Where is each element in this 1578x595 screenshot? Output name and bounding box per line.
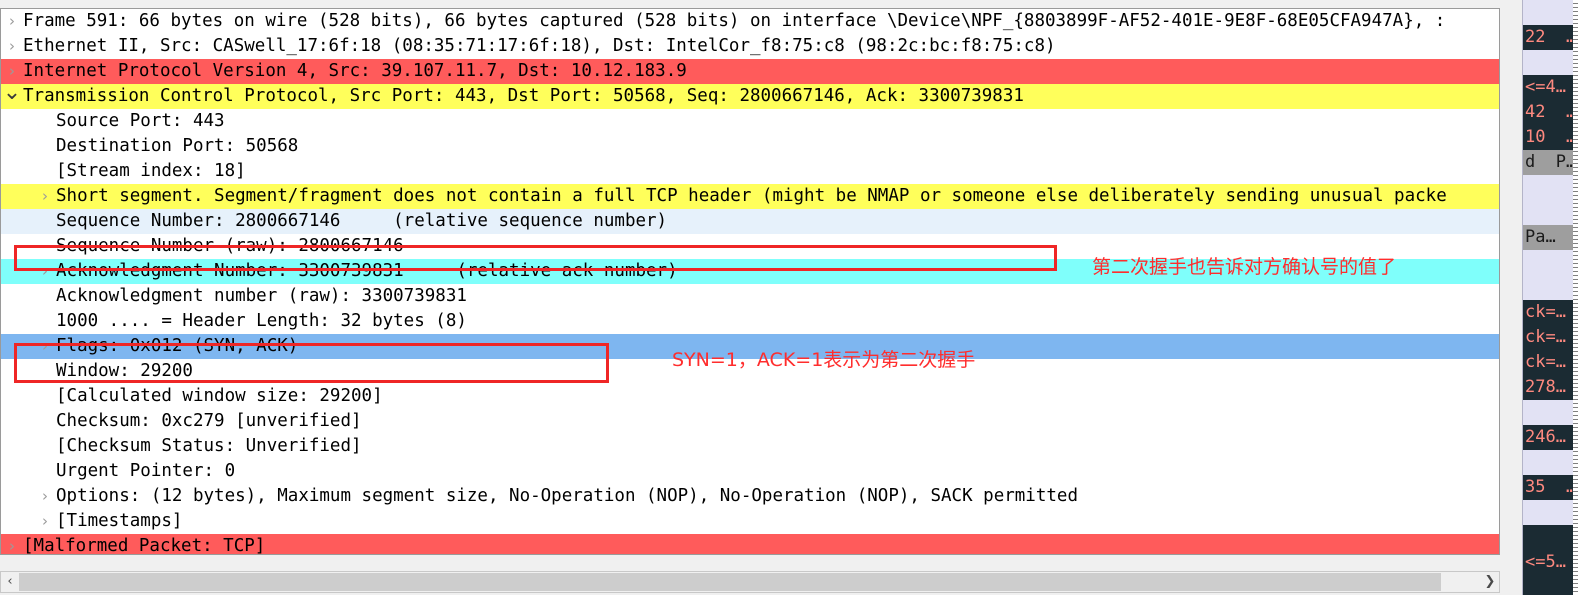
adjacent-window-row[interactable]: 278… bbox=[1523, 375, 1578, 400]
packet-detail-row-label: Short segment. Segment/fragment does not… bbox=[56, 186, 1447, 206]
packet-detail-row-label: Internet Protocol Version 4, Src: 39.107… bbox=[23, 61, 687, 81]
adjacent-window-row[interactable] bbox=[1523, 200, 1578, 225]
packet-detail-row[interactable]: › Short segment. Segment/fragment does no… bbox=[1, 184, 1499, 209]
edge-ruler-strip bbox=[1573, 0, 1578, 595]
packet-detail-row-label: Transmission Control Protocol, Src Port:… bbox=[23, 86, 1024, 106]
scroll-left-arrow-icon[interactable]: ‹ bbox=[1, 572, 19, 592]
packet-detail-row[interactable]: Checksum: 0xc279 [unverified] bbox=[1, 409, 1499, 434]
packet-detail-row[interactable]: › [Timestamps] bbox=[1, 509, 1499, 534]
adjacent-window-row[interactable]: 10 … bbox=[1523, 125, 1578, 150]
packet-detail-row[interactable]: › Options: (12 bytes), Maximum segment si… bbox=[1, 484, 1499, 509]
packet-detail-row-label: [Calculated window size: 29200] bbox=[56, 386, 383, 406]
chevron-right-icon[interactable]: › bbox=[34, 484, 56, 509]
adjacent-window-row[interactable]: 35 … bbox=[1523, 475, 1578, 500]
packet-detail-row-label: Destination Port: 50568 bbox=[56, 136, 299, 156]
packet-detail-row[interactable]: [Calculated window size: 29200] bbox=[1, 384, 1499, 409]
adjacent-window-row[interactable] bbox=[1523, 275, 1578, 300]
packet-detail-row[interactable]: › [Malformed Packet: TCP] bbox=[1, 534, 1499, 555]
scroll-right-arrow-icon[interactable]: ❯ bbox=[1481, 572, 1499, 592]
adjacent-window-row[interactable]: ck=… bbox=[1523, 300, 1578, 325]
adjacent-window-row[interactable]: 22 … bbox=[1523, 25, 1578, 50]
packet-detail-row[interactable]: Sequence Number (raw): 2800667146 bbox=[1, 234, 1499, 259]
adjacent-window-row[interactable] bbox=[1523, 175, 1578, 200]
packet-details-pane[interactable]: › Frame 591: 66 bytes on wire (528 bits),… bbox=[0, 8, 1500, 555]
packet-detail-row-label: Frame 591: 66 bytes on wire (528 bits), … bbox=[23, 11, 1446, 31]
packet-detail-row[interactable]: 1000 .... = Header Length: 32 bytes (8) bbox=[1, 309, 1499, 334]
adjacent-window-row[interactable] bbox=[1523, 525, 1578, 550]
packet-detail-row-label: [Timestamps] bbox=[56, 511, 183, 531]
packet-detail-row[interactable]: Window: 29200 bbox=[1, 359, 1499, 384]
adjacent-window-row[interactable]: <=5… bbox=[1523, 550, 1578, 575]
packet-detail-row[interactable]: Sequence Number: 2800667146 (relative se… bbox=[1, 209, 1499, 234]
packet-detail-row-label: Source Port: 443 bbox=[56, 111, 225, 131]
packet-detail-tree[interactable]: › Frame 591: 66 bytes on wire (528 bits),… bbox=[1, 9, 1499, 555]
packet-detail-row-label: Urgent Pointer: 0 bbox=[56, 461, 236, 481]
packet-detail-row[interactable]: › Internet Protocol Version 4, Src: 39.10… bbox=[1, 59, 1499, 84]
adjacent-window-row[interactable]: 42 … bbox=[1523, 100, 1578, 125]
packet-detail-row-label: Window: 29200 bbox=[56, 361, 193, 381]
packet-detail-row-label: [Checksum Status: Unverified] bbox=[56, 436, 362, 456]
adjacent-window-row[interactable] bbox=[1523, 500, 1578, 525]
packet-detail-row-label: 1000 .... = Header Length: 32 bytes (8) bbox=[56, 311, 467, 331]
adjacent-window-row[interactable]: Pa… bbox=[1523, 225, 1578, 250]
packet-detail-row-label: [Stream index: 18] bbox=[56, 161, 246, 181]
horizontal-scrollbar[interactable]: ‹ ❯ bbox=[0, 571, 1500, 593]
adjacent-window-strip[interactable]: 22 … <=4… 42 … 10 … d P… Pa… ck=… ck=… ck=… 278… 2… bbox=[1522, 0, 1578, 595]
packet-detail-row[interactable]: › Acknowledgment Number: 3300739831 (rela… bbox=[1, 259, 1499, 284]
packet-detail-row[interactable]: › Flags: 0x012 (SYN, ACK) bbox=[1, 334, 1499, 359]
packet-detail-row[interactable]: ⌄ Transmission Control Protocol, Src Port… bbox=[1, 82, 1499, 109]
packet-detail-row-label: Acknowledgment Number: 3300739831 (relat… bbox=[56, 261, 678, 281]
horizontal-scrollbar-thumb[interactable] bbox=[19, 573, 1441, 591]
pane-divider bbox=[1501, 0, 1522, 595]
adjacent-window-row[interactable] bbox=[1523, 250, 1578, 275]
chevron-right-icon[interactable]: › bbox=[1, 34, 23, 59]
chevron-right-icon[interactable]: › bbox=[34, 259, 56, 284]
packet-detail-row[interactable]: Destination Port: 50568 bbox=[1, 134, 1499, 159]
packet-detail-row[interactable]: [Checksum Status: Unverified] bbox=[1, 434, 1499, 459]
packet-detail-row-label: Sequence Number: 2800667146 (relative se… bbox=[56, 211, 668, 231]
packet-detail-row[interactable]: › Frame 591: 66 bytes on wire (528 bits),… bbox=[1, 9, 1499, 34]
wireshark-packet-detail-window: › Frame 591: 66 bytes on wire (528 bits),… bbox=[0, 0, 1578, 595]
adjacent-window-row[interactable]: d P… bbox=[1523, 150, 1578, 175]
chevron-down-icon[interactable]: ⌄ bbox=[1, 82, 23, 104]
packet-detail-row[interactable]: [Stream index: 18] bbox=[1, 159, 1499, 184]
packet-detail-row[interactable]: Acknowledgment number (raw): 3300739831 bbox=[1, 284, 1499, 309]
chevron-right-icon[interactable]: › bbox=[34, 509, 56, 534]
chevron-right-icon[interactable]: › bbox=[1, 9, 23, 34]
adjacent-window-row[interactable] bbox=[1523, 450, 1578, 475]
chevron-right-icon[interactable]: › bbox=[34, 184, 56, 209]
packet-detail-row[interactable]: Urgent Pointer: 0 bbox=[1, 459, 1499, 484]
adjacent-window-row[interactable]: 246… bbox=[1523, 425, 1578, 450]
adjacent-window-row[interactable] bbox=[1523, 0, 1578, 25]
chevron-right-icon[interactable]: › bbox=[1, 534, 23, 554]
adjacent-window-row[interactable]: ck=… bbox=[1523, 350, 1578, 375]
packet-detail-row-label: Flags: 0x012 (SYN, ACK) bbox=[56, 336, 299, 356]
packet-detail-row-label: Sequence Number (raw): 2800667146 bbox=[56, 236, 404, 256]
adjacent-window-row[interactable]: ck=… bbox=[1523, 325, 1578, 350]
adjacent-window-row[interactable] bbox=[1523, 50, 1578, 75]
chevron-right-icon[interactable]: › bbox=[34, 334, 56, 359]
adjacent-window-row[interactable] bbox=[1523, 400, 1578, 425]
packet-detail-row[interactable]: Source Port: 443 bbox=[1, 109, 1499, 134]
packet-detail-row-label: Acknowledgment number (raw): 3300739831 bbox=[56, 286, 467, 306]
packet-detail-row-label: Checksum: 0xc279 [unverified] bbox=[56, 411, 362, 431]
packet-detail-row-label: [Malformed Packet: TCP] bbox=[23, 536, 266, 555]
packet-detail-row-label: Ethernet II, Src: CASwell_17:6f:18 (08:3… bbox=[23, 36, 1056, 56]
adjacent-window-row[interactable]: <=4… bbox=[1523, 75, 1578, 100]
packet-detail-row[interactable]: › Ethernet II, Src: CASwell_17:6f:18 (08:… bbox=[1, 34, 1499, 59]
packet-detail-row-label: Options: (12 bytes), Maximum segment siz… bbox=[56, 486, 1078, 506]
adjacent-window-row[interactable] bbox=[1523, 575, 1578, 595]
